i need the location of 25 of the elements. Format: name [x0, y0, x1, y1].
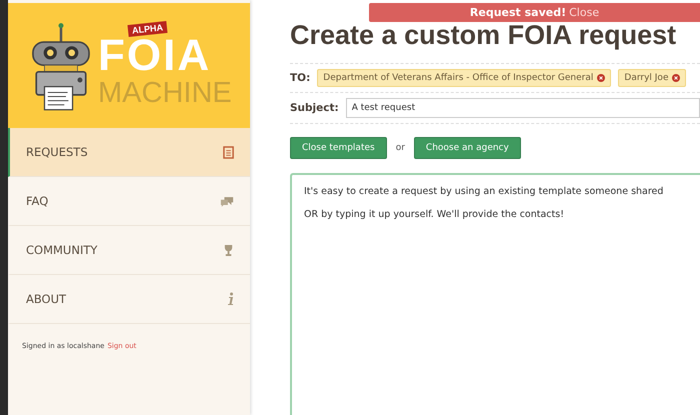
page-title: Create a custom FOIA request — [290, 20, 678, 51]
request-editor[interactable]: It's easy to create a request by using an existing template someone shared OR by typing it up yourself. We'll provide the contacts! — [290, 173, 700, 415]
alpha-badge: ALPHA — [127, 20, 168, 36]
subject-field[interactable]: A test request — [346, 98, 700, 118]
notification-message: Request saved! — [470, 6, 566, 19]
subject-label: Subject: — [290, 102, 339, 114]
chat-icon — [220, 196, 234, 206]
info-icon — [228, 292, 234, 306]
nav-item[interactable]: REQUESTS — [8, 128, 250, 177]
nav-item[interactable]: ABOUT — [8, 275, 250, 324]
editor-paragraph: OR by typing it up yourself. We'll provide the contacts! — [304, 209, 566, 220]
choose-agency-button[interactable]: Choose an agency — [414, 137, 521, 159]
document-icon — [223, 146, 234, 158]
to-label: TO: — [290, 72, 310, 84]
logo-title: FOIA — [98, 34, 212, 76]
nav-item[interactable]: COMMUNITY — [8, 226, 250, 275]
or-text: or — [396, 143, 405, 153]
close-templates-button[interactable]: Close templates — [290, 137, 387, 159]
nav-item[interactable]: FAQ — [8, 177, 250, 226]
recipient-name: Darryl Joe — [624, 73, 668, 83]
recipient-name: Department of Veterans Affairs - Office of Inspector General — [323, 73, 594, 83]
remove-icon[interactable] — [597, 74, 606, 82]
remove-icon[interactable] — [672, 74, 680, 82]
trophy-icon — [223, 244, 234, 256]
editor-paragraph: It's easy to create a request by using an existing template someone shared — [304, 186, 664, 197]
